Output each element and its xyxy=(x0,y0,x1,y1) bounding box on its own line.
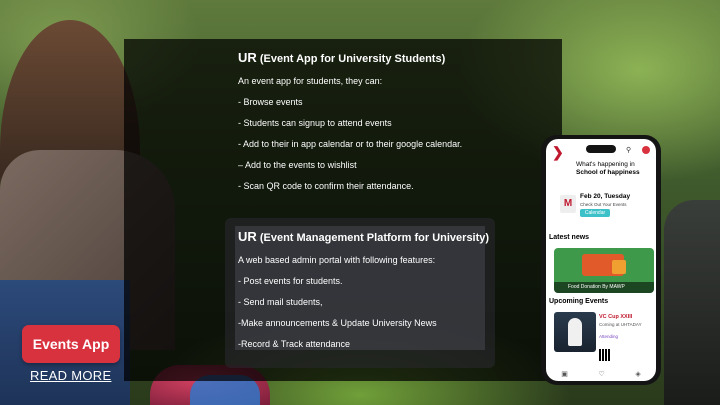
admin-item: -Record & Track attendance xyxy=(238,339,351,349)
date-subtitle: Check Out Your Events xyxy=(580,202,627,207)
admin-item: - Post events for students. xyxy=(238,276,343,286)
event-app-title-rest: (Event App for University Students) xyxy=(259,53,446,65)
admin-platform-title: UR (Event Management Platform for Univer… xyxy=(238,229,489,244)
food-truck-image xyxy=(582,254,626,276)
event-app-item: - Browse events xyxy=(238,97,303,107)
event-tag: Attending xyxy=(599,334,619,339)
event-app-intro: An event app for students, they can: xyxy=(238,76,383,86)
bell-icon: ◈ xyxy=(635,371,641,378)
upcoming-events-heading: Upcoming Events xyxy=(549,298,609,305)
calendar-icon: M xyxy=(560,195,576,213)
avatar xyxy=(642,146,650,154)
phone-screen: ❯ ⚲ What's happening in School of happin… xyxy=(546,139,656,381)
calendar-button: Calendar xyxy=(580,209,610,217)
app-logo-icon: ❯ xyxy=(552,144,564,160)
phone-heading: What's happening in School of happiness xyxy=(576,161,640,177)
news-card: Food Donation By MAWP xyxy=(554,248,654,293)
event-app-item: - Scan QR code to confirm their attendan… xyxy=(238,181,414,191)
event-title: VC Cup XXIII xyxy=(599,314,633,320)
backpack xyxy=(664,200,720,405)
event-app-item: - Students can signup to attend events xyxy=(238,118,392,128)
news-caption: Food Donation By MAWP xyxy=(554,282,654,293)
event-app-item: – Add to the events to wishlist xyxy=(238,160,357,170)
heart-icon: ♡ xyxy=(598,371,605,378)
phone-heading-line2: School of happiness xyxy=(576,169,640,176)
admin-title-rest: (Event Management Platform for Universit… xyxy=(259,232,490,244)
admin-title-ur: UR xyxy=(238,229,257,244)
read-more-link[interactable]: READ MORE xyxy=(30,368,111,383)
admin-item: - Send mail students, xyxy=(238,297,323,307)
event-subtitle: Coming at UHTADAY xyxy=(599,322,642,327)
latest-news-heading: Latest news xyxy=(549,234,590,241)
event-app-section: UR (Event App for University Students) A… xyxy=(238,50,480,201)
admin-platform-section: UR (Event Management Platform for Univer… xyxy=(238,229,489,359)
event-app-item: - Add to their in app calendar or to the… xyxy=(238,139,463,149)
phone-notch xyxy=(586,145,616,153)
qr-code-icon xyxy=(599,349,611,361)
date-card: M Feb 20, Tuesday Check Out Your Events … xyxy=(554,191,648,221)
phone-mockup: ❯ ⚲ What's happening in School of happin… xyxy=(541,135,661,385)
event-app-title: UR (Event App for University Students) xyxy=(238,50,480,65)
date-title: Feb 20, Tuesday xyxy=(580,193,631,200)
phone-heading-line1: What's happening in xyxy=(576,161,635,168)
event-app-title-ur: UR xyxy=(238,50,257,65)
search-icon: ⚲ xyxy=(626,147,632,154)
home-icon: ▣ xyxy=(561,371,568,378)
events-app-button[interactable]: Events App xyxy=(22,325,120,363)
phone-bottom-nav: ▣ ♡ ◈ xyxy=(546,367,656,381)
admin-intro: A web based admin portal with following … xyxy=(238,255,436,265)
event-image xyxy=(554,312,596,352)
admin-item: -Make announcements & Update University … xyxy=(238,318,437,328)
